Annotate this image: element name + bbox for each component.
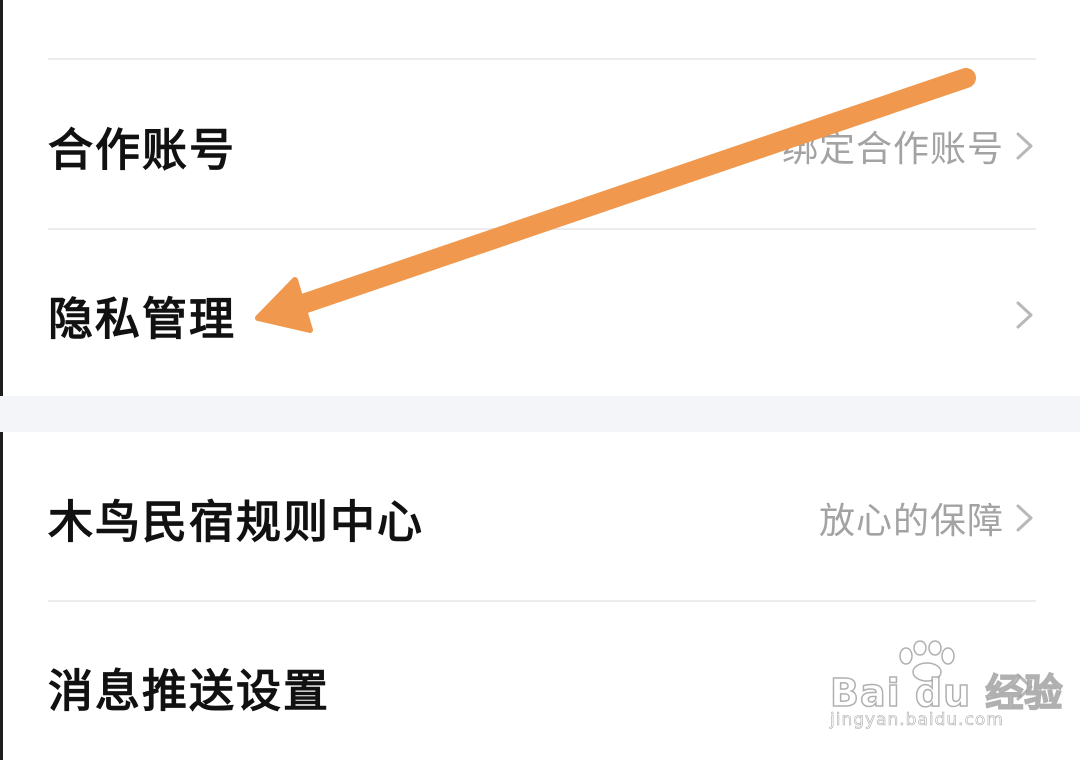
- row-label: 木鸟民宿规则中心: [48, 495, 425, 549]
- settings-row-cooperation-account[interactable]: 合作账号 绑定合作账号: [0, 96, 1080, 196]
- chevron-right-icon: [1016, 301, 1033, 329]
- row-label: 合作账号: [48, 123, 237, 177]
- chevron-right-icon: [1016, 504, 1033, 532]
- settings-row-push-notifications[interactable]: 消息推送设置: [0, 637, 1080, 737]
- row-value: 绑定合作账号: [781, 129, 1004, 170]
- row-label: 隐私管理: [48, 292, 237, 346]
- row-value: 放心的保障: [818, 501, 1004, 542]
- divider: [48, 600, 1036, 602]
- settings-row-rules-center[interactable]: 木鸟民宿规则中心 放心的保障: [0, 468, 1080, 568]
- chevron-right-icon: [1016, 673, 1033, 701]
- section-separator: [0, 396, 1080, 432]
- settings-row-privacy-management[interactable]: 隐私管理: [0, 265, 1080, 365]
- chevron-right-icon: [1016, 132, 1033, 160]
- divider: [48, 228, 1036, 230]
- row-label: 消息推送设置: [48, 664, 331, 718]
- divider: [48, 58, 1036, 60]
